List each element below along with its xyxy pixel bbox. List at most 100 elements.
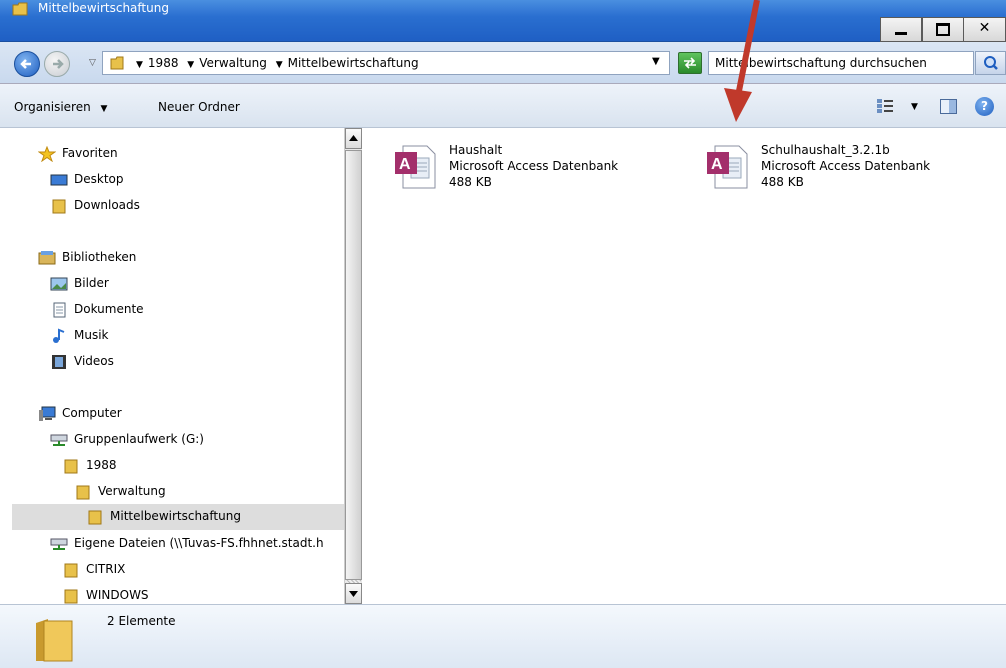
scroll-up-button[interactable] <box>345 128 362 149</box>
command-bar: Organisieren ▼ Neuer Ordner ▼ ? <box>0 84 1006 128</box>
nav-label: 1988 <box>86 458 117 472</box>
folder-icon <box>64 563 78 578</box>
preview-pane-button[interactable] <box>940 99 957 114</box>
title-bar[interactable]: Mittelbewirtschaftung ✕ <box>0 0 1006 42</box>
svg-text:A: A <box>711 156 723 173</box>
organize-label: Organisieren <box>14 100 91 114</box>
nav-item-dokumente[interactable]: Dokumente <box>50 298 250 322</box>
status-bar: 2 Elemente <box>0 604 1006 668</box>
nav-item-downloads[interactable]: Downloads <box>50 194 250 218</box>
nav-item-1988[interactable]: 1988 <box>62 454 262 478</box>
nav-label: WINDOWS <box>86 588 149 602</box>
forward-arrow-icon <box>53 59 64 69</box>
music-icon <box>53 328 65 343</box>
file-name: Haushalt <box>449 143 503 157</box>
file-info: Haushalt Microsoft Access Datenbank 488 … <box>449 142 618 190</box>
close-button[interactable]: ✕ <box>963 17 1006 42</box>
nav-item-bilder[interactable]: Bilder <box>50 272 250 296</box>
folder-icon <box>76 485 90 500</box>
file-type: Microsoft Access Datenbank <box>761 159 931 173</box>
preview-pane-icon <box>949 100 956 113</box>
chevron-down-icon[interactable]: ▼ <box>911 102 918 112</box>
nav-item-eigene-dateien[interactable]: Eigene Dateien (\\Tuvas-FS.fhhnet.stadt.… <box>50 532 340 556</box>
help-button[interactable]: ? <box>975 97 994 116</box>
navigation-pane: Favoriten Desktop Downloads Bibliotheken… <box>0 128 362 604</box>
library-icon <box>38 251 56 265</box>
refresh-button[interactable] <box>678 52 702 74</box>
network-drive-icon <box>50 538 68 550</box>
pictures-icon <box>50 277 68 291</box>
folder-icon <box>12 2 28 16</box>
nav-scrollbar[interactable] <box>344 128 362 604</box>
refresh-icon <box>684 57 696 69</box>
file-size: 488 KB <box>761 175 804 189</box>
chevron-down-icon[interactable]: ▼ <box>276 60 283 70</box>
scroll-thumb[interactable] <box>345 150 362 580</box>
organize-button[interactable]: Organisieren ▼ <box>14 100 107 114</box>
file-item[interactable]: A Schulhaushalt_3.2.1b Microsoft Access … <box>705 142 1005 202</box>
forward-button[interactable] <box>44 51 70 77</box>
nav-favorites[interactable]: Favoriten <box>38 142 238 166</box>
nav-label: Bilder <box>74 276 109 290</box>
nav-label: Bibliotheken <box>62 250 137 264</box>
nav-label: Verwaltung <box>98 484 166 498</box>
folder-icon <box>88 510 102 525</box>
nav-item-desktop[interactable]: Desktop <box>50 168 250 192</box>
nav-label: Dokumente <box>74 302 144 316</box>
back-button[interactable] <box>14 51 40 77</box>
folder-icon <box>64 459 78 474</box>
close-icon: ✕ <box>978 20 991 36</box>
nav-label: Mittelbewirtschaftung <box>110 509 241 523</box>
search-input[interactable]: Mittelbewirtschaftung durchsuchen <box>708 51 974 75</box>
address-dropdown[interactable]: ▼ <box>652 56 660 67</box>
search-placeholder: Mittelbewirtschaftung durchsuchen <box>715 56 927 70</box>
breadcrumb-item[interactable]: Mittelbewirtschaftung <box>288 56 419 70</box>
breadcrumb-item[interactable]: Verwaltung <box>199 56 267 70</box>
nav-label: Desktop <box>74 172 124 186</box>
arrow-down-icon <box>349 591 358 597</box>
chevron-down-icon[interactable]: ▼ <box>187 60 194 70</box>
nav-computer[interactable]: Computer <box>38 402 238 426</box>
nav-item-mittelbewirtschaftung[interactable]: Mittelbewirtschaftung <box>12 504 344 530</box>
nav-item-videos[interactable]: Videos <box>50 350 250 374</box>
nav-item-musik[interactable]: Musik <box>50 324 250 348</box>
back-arrow-icon <box>20 59 31 69</box>
network-drive-icon <box>50 434 68 446</box>
window-title: Mittelbewirtschaftung <box>38 1 169 15</box>
minimize-icon <box>895 32 907 35</box>
access-database-icon: A <box>707 145 748 189</box>
recent-pages-dropdown[interactable]: ▽ <box>89 58 96 68</box>
nav-item-verwaltung[interactable]: Verwaltung <box>74 480 274 504</box>
arrow-up-icon <box>349 135 358 141</box>
nav-libraries[interactable]: Bibliotheken <box>38 246 238 270</box>
nav-item-windows[interactable]: WINDOWS <box>62 584 262 604</box>
breadcrumb-item[interactable]: 1988 <box>148 56 179 70</box>
scroll-down-button[interactable] <box>345 583 362 604</box>
nav-item-gruppenlaufwerk[interactable]: Gruppenlaufwerk (G:) <box>50 428 250 452</box>
file-type: Microsoft Access Datenbank <box>449 159 619 173</box>
documents-icon <box>53 302 66 318</box>
file-name: Schulhaushalt_3.2.1b <box>761 143 890 157</box>
nav-label: Computer <box>62 406 122 420</box>
address-bar[interactable]: ▼ 1988 ▼ Verwaltung ▼ Mittelbewirtschaftung <box>102 51 670 75</box>
folder-icon <box>64 589 78 604</box>
access-database-icon: A <box>395 145 436 189</box>
new-folder-label: Neuer Ordner <box>158 100 240 114</box>
view-options-icon[interactable] <box>876 98 894 114</box>
item-count: 2 Elemente <box>107 614 176 628</box>
file-info: Schulhaushalt_3.2.1b Microsoft Access Da… <box>761 142 930 190</box>
new-folder-button[interactable]: Neuer Ordner <box>158 100 240 114</box>
desktop-icon <box>50 174 68 186</box>
nav-label: Downloads <box>74 198 140 212</box>
nav-item-citrix[interactable]: CITRIX <box>62 558 262 582</box>
breadcrumb: ▼ 1988 ▼ Verwaltung ▼ Mittelbewirtschaftung <box>131 56 419 70</box>
maximize-button[interactable] <box>922 17 964 42</box>
nav-label: CITRIX <box>86 562 126 576</box>
folder-icon <box>36 619 73 662</box>
chevron-down-icon[interactable]: ▼ <box>136 60 143 70</box>
file-item[interactable]: A Haushalt Microsoft Access Datenbank 48… <box>393 142 693 202</box>
search-button[interactable] <box>975 51 1006 75</box>
file-size: 488 KB <box>449 175 492 189</box>
minimize-button[interactable] <box>880 17 922 42</box>
chevron-down-icon: ▼ <box>100 104 108 114</box>
